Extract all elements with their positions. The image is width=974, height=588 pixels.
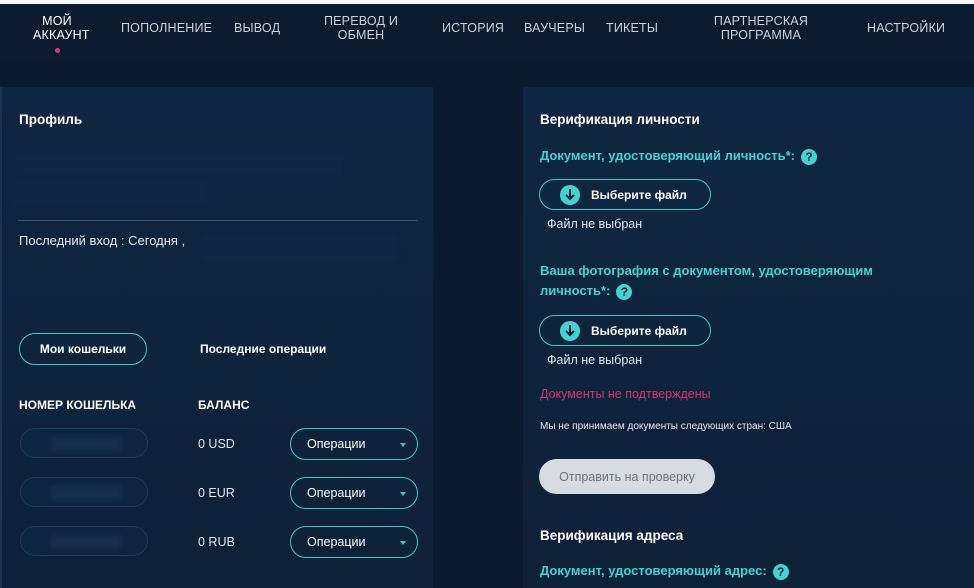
caret-down-icon [400,492,406,496]
wallet-number-header: НОМЕР КОШЕЛЬКА [19,398,137,412]
caret-down-icon [400,541,406,545]
last-login-text: Последний вход : Сегодня , [19,233,186,248]
nav-partner-program[interactable]: ПАРТНЕРСКАЯ ПРОГРАММА [706,14,816,42]
nav-partner-line2: ПРОГРАММА [720,28,802,42]
wallet-number [20,477,148,507]
address-verification-title: Верификация адреса [540,528,684,543]
nav-transfer-line2: ОБМЕН [337,28,385,42]
profile-title: Профиль [19,112,83,127]
recent-operations-tab[interactable]: Последние операции [200,342,326,356]
nav-history[interactable]: ИСТОРИЯ [442,21,504,35]
nav-my-account-label: МОЙ АККАУНТ [33,14,90,42]
help-icon[interactable]: ? [801,148,817,165]
submit-for-review-button[interactable]: Отправить на проверку [539,459,715,494]
nav-withdraw[interactable]: ВЫВОД [234,21,280,35]
identity-document-label-text: Документ, удостоверяющий личность*: [540,148,795,163]
nav-vouchers[interactable]: ВАУЧЕРЫ [524,21,585,35]
operations-dropdown[interactable]: Операции [290,526,418,558]
nav-settings[interactable]: НАСТРОЙКИ [867,21,945,35]
download-arrow-icon [560,321,580,341]
nav-partner-line1: ПАРТНЕРСКАЯ [713,14,809,28]
help-icon[interactable]: ? [772,563,789,580]
operations-dropdown-label: Операции [307,486,366,500]
address-document-label-text: Документ, удостоверяющий адрес: [540,563,767,578]
operations-dropdown[interactable]: Операции [290,477,418,509]
documents-not-confirmed: Документы не подтверждены [540,387,711,401]
nav-tickets[interactable]: ТИКЕТЫ [606,21,658,35]
help-icon[interactable]: ? [616,283,633,300]
main-nav: МОЙ АККАУНТ ПОПОЛНЕНИЕ ВЫВОД ПЕРЕВОД И О… [0,4,974,62]
rejected-countries-note: Мы не принимаем документы следующих стра… [540,421,792,432]
nav-transfer-line1: ПЕРЕВОД И [323,14,399,28]
balance-header: БАЛАНС [198,398,250,412]
choose-file-label: Выберите файл [591,188,687,202]
address-document-label: Документ, удостоверяющий адрес:? [540,561,789,581]
profile-panel: Профиль Последний вход : Сегодня , Мои к… [0,87,433,588]
operations-dropdown-label: Операции [307,437,366,451]
choose-file-label: Выберите файл [591,324,687,338]
photo-label-line1: Ваша фотография с документом, удостоверя… [540,263,873,278]
redacted-user-info [14,153,344,177]
wallet-balance: 0 EUR [198,486,235,500]
operations-dropdown-label: Операции [307,535,366,549]
wallet-number [20,428,148,458]
verification-panel: Верификация личности Документ, удостовер… [523,87,974,588]
wallet-balance: 0 RUB [198,535,235,549]
choose-photo-file-button[interactable]: Выберите файл [539,315,711,346]
profile-divider [18,220,418,221]
operations-dropdown[interactable]: Операции [290,428,418,460]
nav-transfer-exchange[interactable]: ПЕРЕВОД И ОБМЕН [320,14,402,42]
redacted-last-login [202,235,397,263]
nav-deposit[interactable]: ПОПОЛНЕНИЕ [121,21,212,35]
wallet-balance: 0 USD [198,437,235,451]
photo-file-status: Файл не выбран [547,353,643,367]
identity-file-status: Файл не выбран [547,217,643,231]
my-wallets-tab[interactable]: Мои кошельки [19,333,147,365]
wallet-number [20,526,148,556]
identity-document-label: Документ, удостоверяющий личность*:? [540,146,817,166]
download-arrow-icon [560,185,580,205]
identity-verification-title: Верификация личности [540,112,700,127]
photo-with-document-label: Ваша фотография с документом, удостоверя… [540,261,960,301]
photo-label-line2: личность*: [540,283,611,298]
active-indicator [54,48,60,53]
choose-identity-file-button[interactable]: Выберите файл [539,179,711,210]
caret-down-icon [400,443,406,447]
redacted-user-email [14,181,209,205]
nav-my-account[interactable]: МОЙ АККАУНТ [24,14,90,53]
